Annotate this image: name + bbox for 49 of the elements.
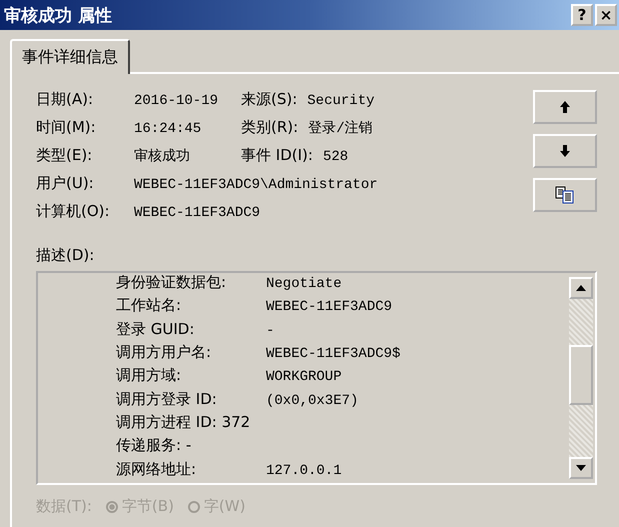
description-value: 127.0.0.1: [266, 462, 342, 479]
close-button[interactable]: ×: [595, 4, 617, 26]
description-line: 传递服务: -: [116, 436, 192, 456]
scroll-thumb[interactable]: [569, 345, 593, 405]
up-arrow-icon: [559, 100, 571, 114]
description-value: WEBEC-11EF3ADC9$: [266, 346, 400, 362]
down-triangle-icon: [576, 465, 586, 471]
field-value: Security: [307, 93, 376, 109]
next-button[interactable]: [533, 134, 597, 168]
description-label-text: 身份验证数据包:: [116, 273, 228, 292]
field-label: 用户(U):: [36, 174, 95, 193]
copy-button[interactable]: [533, 178, 597, 212]
tab[interactable]: 事件详细信息: [10, 39, 130, 74]
field-value: 审核成功: [134, 147, 191, 165]
description-label-text: 调用方登录 ID:: [116, 390, 218, 409]
field-value: 16:24:45: [134, 121, 202, 137]
description-value: Negotiate: [266, 276, 342, 292]
description-line: 调用方进程 ID: 372: [116, 412, 250, 432]
previous-button[interactable]: [533, 90, 597, 124]
field-label: 类型(E):: [36, 146, 94, 165]
field-label: 事件 ID(I):: [241, 146, 313, 165]
description-label-text: 调用方域:: [116, 366, 182, 386]
description-label-text: 登录 GUID:: [116, 320, 196, 339]
description-value: WORKGROUP: [266, 369, 342, 386]
description-value: (0x0,0x3E7): [266, 392, 358, 409]
field-value: 528: [322, 149, 350, 165]
description-label-text: 工作站名:: [116, 296, 182, 316]
down-arrow-icon: [559, 144, 571, 158]
description-value: WEBEC-11EF3ADC9: [266, 299, 392, 316]
field-value: 登录/注销: [308, 119, 374, 137]
description-value: -: [266, 322, 274, 339]
description-label: 描述(D):: [36, 246, 94, 265]
field-label: 来源(S):: [241, 90, 298, 109]
field-label: 日期(A):: [36, 90, 94, 109]
field-label: 时间(M):: [36, 118, 97, 137]
scrollbar[interactable]: [569, 277, 593, 479]
field-label: 类别(R):: [241, 118, 298, 137]
up-triangle-icon: [576, 285, 586, 291]
description-label-text: 源网络地址:: [116, 460, 198, 479]
description-label-text: 调用方用户名:: [116, 342, 212, 362]
field-value: WEBEC-11EF3ADC9\Administrator: [134, 177, 378, 193]
field-value: WEBEC-11EF3ADC9: [134, 205, 260, 221]
scroll-down-button[interactable]: [569, 457, 593, 479]
copy-icon: [555, 186, 575, 204]
help-button[interactable]: ?: [571, 4, 593, 26]
scroll-up-button[interactable]: [569, 277, 593, 299]
window-title: 审核成功 属性: [4, 4, 112, 26]
field-label: 计算机(O):: [36, 202, 111, 221]
field-value: 2016-10-19: [134, 93, 220, 109]
